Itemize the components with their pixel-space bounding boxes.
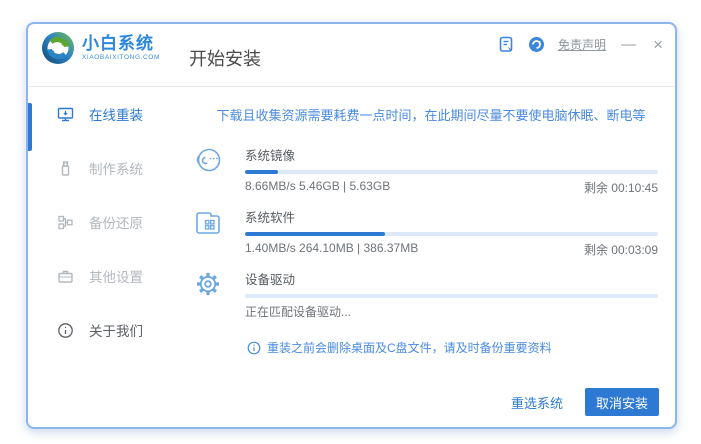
sidebar-item-label: 备份还原 (89, 216, 143, 231)
logo-swirl-icon (42, 32, 74, 64)
task-stats: 1.40MB/s 264.10MB | 386.37MB (245, 241, 419, 255)
task-name: 系统软件 (245, 211, 296, 225)
close-button[interactable]: × (651, 36, 665, 53)
task-meta: 8.66MB/s 5.46GB | 5.63GB 剩余 00:10:45 (245, 179, 658, 196)
task-stats: 正在匹配设备驱动... (245, 305, 352, 319)
brand-text: 小白系统 XIAOBAIXITONG.COM (82, 35, 160, 62)
task-name: 系统镜像 (245, 149, 296, 163)
cancel-install-button[interactable]: 取消安装 (585, 388, 659, 416)
page-title: 开始安装 (189, 49, 261, 69)
sidebar-item-other-settings[interactable]: 其他设置 (28, 249, 193, 303)
task-meta: 1.40MB/s 264.10MB | 386.37MB 剩余 00:03:09 (245, 241, 658, 258)
task-row-device-driver: 设备驱动 正在匹配设备驱动... (193, 267, 658, 320)
main-content: 下载且收集资源需要耗费一点时间，在此期间尽量不要使电脑休眠、断电等 系统镜像 8… (193, 87, 675, 427)
notice-text: 下载且收集资源需要耗费一点时间，在此期间尽量不要使电脑休眠、断电等 (216, 108, 646, 123)
sidebar-item-label: 其他设置 (89, 270, 143, 285)
titlebar-controls: 免责声明 — × (498, 31, 665, 57)
task-body: 系统软件 1.40MB/s 264.10MB | 386.37MB 剩余 00:… (245, 205, 658, 258)
sidebar-item-label: 在线重装 (89, 108, 143, 123)
task-stats: 8.66MB/s 5.46GB | 5.63GB (245, 179, 391, 193)
sidebar-item-backup-restore[interactable]: 备份还原 (28, 195, 193, 249)
sidebar-item-label: 制作系统 (89, 162, 143, 177)
sidebar-item-make-system[interactable]: 制作系统 (28, 141, 193, 195)
info-circle-icon (58, 322, 73, 338)
task-progress-fill (245, 170, 279, 174)
task-row-system-software: 系统软件 1.40MB/s 264.10MB | 386.37MB 剩余 00:… (193, 205, 658, 258)
sidebar-item-label: 关于我们 (89, 324, 143, 339)
task-progressbar (245, 294, 658, 298)
briefcase-icon (58, 270, 73, 283)
warning-row: 重装之前会删除桌面及C盘文件，请及时备份重要资料 (247, 339, 552, 356)
brand-name: 小白系统 (82, 33, 154, 53)
header: 小白系统 XIAOBAIXITONG.COM 开始安装 免责声明 — × (28, 24, 675, 87)
task-body: 设备驱动 正在匹配设备驱动... (245, 267, 658, 320)
task-name: 设备驱动 (245, 273, 296, 287)
disclaimer-link[interactable]: 免责声明 (558, 36, 606, 53)
support-swirl-icon[interactable] (528, 36, 545, 53)
minimize-button[interactable]: — (619, 37, 638, 52)
footer-buttons: 重选系统 取消安装 (509, 388, 659, 416)
app-logo: 小白系统 XIAOBAIXITONG.COM (41, 31, 160, 65)
gear-icon (197, 273, 219, 295)
usb-drive-icon (61, 160, 70, 176)
monitor-download-icon (57, 107, 74, 121)
active-item-indicator (28, 103, 32, 151)
task-body: 系统镜像 8.66MB/s 5.46GB | 5.63GB 剩余 00:10:4… (245, 143, 658, 196)
task-remaining: 剩余 00:10:45 (583, 181, 658, 195)
task-meta: 正在匹配设备驱动... (245, 303, 658, 320)
task-row-system-image: 系统镜像 8.66MB/s 5.46GB | 5.63GB 剩余 00:10:4… (193, 143, 658, 196)
reselect-system-button[interactable]: 重选系统 (509, 389, 565, 416)
mascot-face-icon (196, 148, 221, 172)
app-window: 小白系统 XIAOBAIXITONG.COM 开始安装 免责声明 — × 在线重… (26, 22, 677, 429)
linked-squares-icon (58, 215, 73, 229)
task-progressbar (245, 170, 658, 174)
download-tasks: 系统镜像 8.66MB/s 5.46GB | 5.63GB 剩余 00:10:4… (193, 143, 658, 329)
task-progress-fill (245, 232, 386, 236)
bill-icon[interactable] (498, 36, 515, 53)
sidebar: 在线重装 制作系统 备份还原 其他设置 关于我们 (28, 87, 193, 427)
sidebar-item-about-us[interactable]: 关于我们 (28, 303, 193, 357)
warning-info-icon (247, 341, 261, 354)
sidebar-item-online-reinstall[interactable]: 在线重装 (28, 87, 193, 141)
folder-apps-icon (196, 212, 220, 234)
task-remaining: 剩余 00:03:09 (583, 243, 658, 257)
warning-text: 重装之前会删除桌面及C盘文件，请及时备份重要资料 (267, 341, 552, 355)
task-progressbar (245, 232, 658, 236)
brand-domain: XIAOBAIXITONG.COM (82, 53, 160, 61)
